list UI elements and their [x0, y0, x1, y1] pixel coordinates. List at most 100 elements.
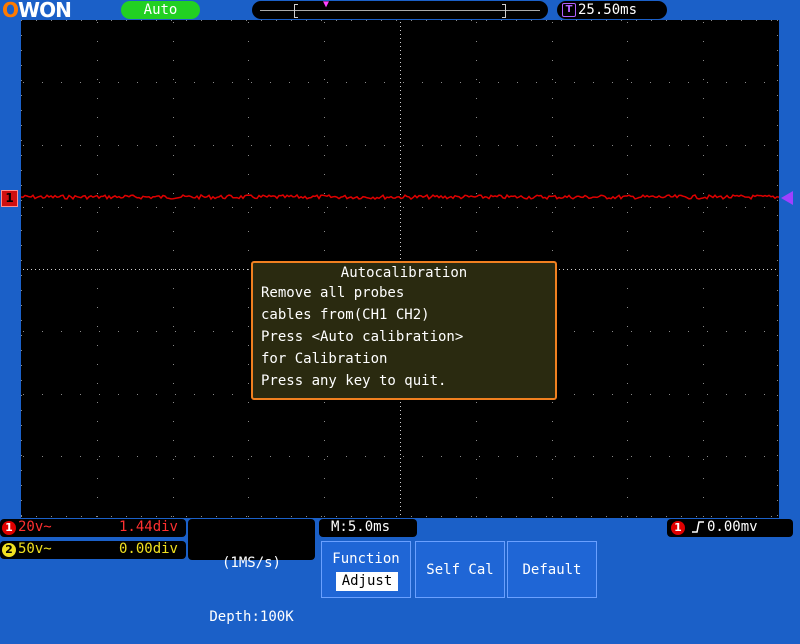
grid-dot — [81, 516, 82, 517]
grid-dot — [771, 516, 772, 517]
grid-dot — [777, 140, 778, 141]
grid-dot — [118, 145, 119, 146]
grid-dot — [83, 269, 84, 270]
grid-dot — [703, 516, 704, 517]
grid-dot — [679, 269, 680, 270]
grid-dot — [552, 79, 553, 80]
grid-dot — [243, 269, 244, 270]
grid-dot — [476, 98, 477, 99]
grid-dot — [516, 516, 517, 517]
grid-dot — [726, 82, 727, 83]
default-softkey[interactable]: Default — [507, 541, 597, 598]
grid-dot — [324, 155, 325, 156]
grid-dot — [21, 215, 22, 216]
grid-dot — [21, 305, 22, 306]
grid-dot — [384, 145, 385, 146]
grid-dot — [248, 22, 249, 23]
ch1-waveform-trace — [21, 193, 779, 201]
grid-dot — [777, 485, 778, 486]
grid-dot — [579, 269, 580, 270]
grid-dot — [517, 456, 518, 457]
grid-dot — [346, 145, 347, 146]
grid-dot — [400, 402, 401, 403]
grid-dot — [203, 269, 204, 270]
grid-dot — [248, 345, 249, 346]
grid-dot — [400, 174, 401, 175]
grid-dot — [173, 269, 174, 270]
grid-dot — [324, 193, 325, 194]
grid-dot — [400, 498, 401, 499]
grid-dot — [223, 269, 224, 270]
grid-dot — [251, 207, 252, 208]
grid-dot — [21, 230, 22, 231]
grid-dot — [36, 516, 37, 517]
grid-dot — [21, 20, 22, 21]
grid-dot — [639, 269, 640, 270]
grid-dot — [400, 178, 401, 179]
grid-dot — [751, 269, 752, 270]
grid-dot — [552, 174, 553, 175]
grid-dot — [688, 82, 689, 83]
grid-dot — [213, 207, 214, 208]
grid-dot — [118, 394, 119, 395]
grid-dot — [201, 516, 202, 517]
trigger-level-arrow-icon — [781, 191, 793, 205]
grid-dot — [173, 155, 174, 156]
grid-dot — [627, 402, 628, 403]
grid-dot — [777, 155, 778, 156]
grid-dot — [703, 231, 704, 232]
ch1-ground-marker[interactable]: 1 — [1, 190, 18, 207]
grid-dot — [36, 20, 37, 21]
grid-dot — [747, 269, 748, 270]
grid-dot — [232, 145, 233, 146]
grid-dot — [400, 486, 401, 487]
grid-dot — [175, 269, 176, 270]
grid-dot — [97, 402, 98, 403]
function-softkey[interactable]: Function Adjust — [321, 541, 411, 598]
grid-dot — [460, 145, 461, 146]
grid-dot — [400, 166, 401, 167]
grid-dot — [400, 74, 401, 75]
grid-dot — [191, 269, 192, 270]
grid-dot — [324, 136, 325, 137]
grid-dot — [51, 269, 52, 270]
grid-dot — [476, 516, 477, 517]
grid-dot — [42, 394, 43, 395]
grid-dot — [207, 269, 208, 270]
grid-dot — [384, 207, 385, 208]
trigger-level-value: 0.00mv — [707, 519, 758, 535]
grid-dot — [460, 207, 461, 208]
grid-dot — [324, 60, 325, 61]
grid-dot — [591, 516, 592, 517]
grid-dot — [650, 145, 651, 146]
grid-dot — [324, 79, 325, 80]
grid-dot — [627, 421, 628, 422]
grid-dot — [561, 20, 562, 21]
grid-dot — [669, 331, 670, 332]
grid-dot — [422, 456, 423, 457]
grid-dot — [42, 145, 43, 146]
grid-dot — [666, 516, 667, 517]
grid-dot — [400, 258, 401, 259]
grid-dot — [289, 456, 290, 457]
grid-dot — [476, 136, 477, 137]
grid-dot — [552, 155, 553, 156]
grid-dot — [97, 364, 98, 365]
dialog-title: Autocalibration — [340, 265, 468, 281]
grid-dot — [400, 134, 401, 135]
grid-dot — [400, 210, 401, 211]
view-window-right-bracket — [502, 4, 506, 18]
dialog-line-1: Remove all probes — [261, 285, 405, 301]
self-cal-softkey[interactable]: Self Cal — [415, 541, 505, 598]
grid-dot — [777, 95, 778, 96]
grid-dot — [703, 250, 704, 251]
grid-dot — [593, 456, 594, 457]
grid-dot — [611, 269, 612, 270]
grid-dot — [400, 106, 401, 107]
grid-dot — [99, 394, 100, 395]
autocalibration-dialog: Autocalibration Remove all probes cables… — [251, 261, 557, 400]
grid-dot — [21, 155, 22, 156]
grid-dot — [173, 421, 174, 422]
grid-dot — [703, 117, 704, 118]
grid-dot — [593, 207, 594, 208]
